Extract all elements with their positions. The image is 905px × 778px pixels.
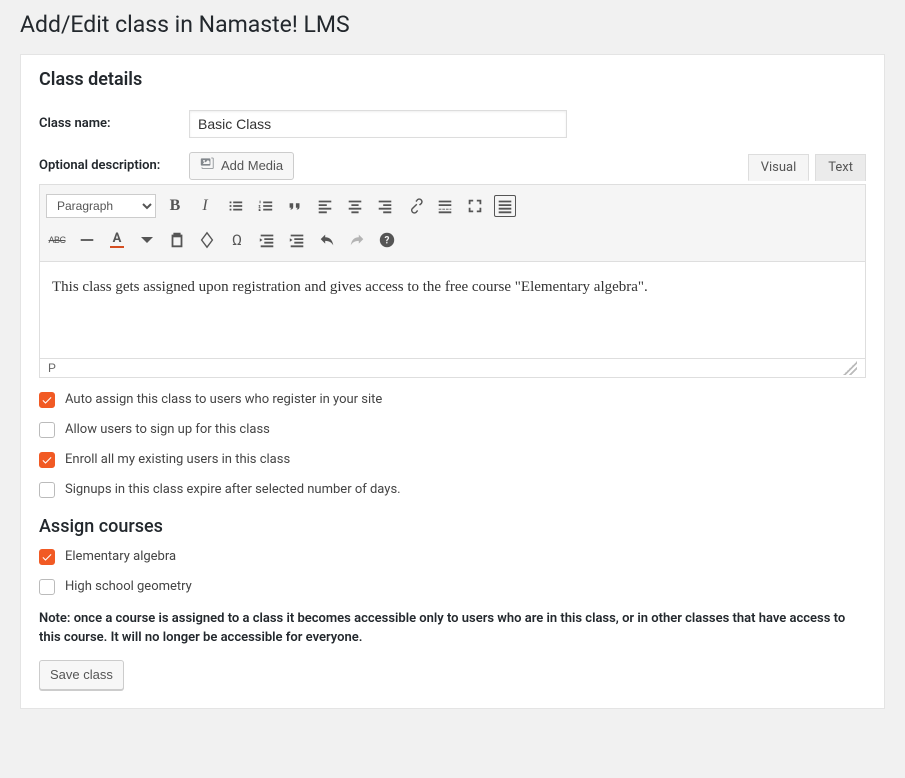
media-icon (200, 156, 216, 175)
outdent-button[interactable] (256, 229, 278, 251)
course-0-label: Elementary algebra (65, 549, 176, 564)
page-title: Add/Edit class in Namaste! LMS (20, 10, 885, 40)
option-1-checkbox[interactable] (39, 422, 55, 438)
option-0-checkbox[interactable] (39, 392, 55, 408)
assign-courses-heading: Assign courses (39, 516, 866, 537)
align-right-button[interactable] (374, 195, 396, 217)
option-0-label: Auto assign this class to users who regi… (65, 392, 382, 407)
text-color-button[interactable]: A (106, 229, 128, 251)
course-1-label: High school geometry (65, 579, 192, 594)
label-class-name: Class name: (39, 116, 189, 131)
option-2-checkbox[interactable] (39, 452, 55, 468)
tab-text[interactable]: Text (815, 154, 866, 181)
svg-text:?: ? (385, 235, 390, 246)
resize-handle[interactable] (843, 361, 857, 375)
horizontal-rule-button[interactable] (76, 229, 98, 251)
bullet-list-button[interactable] (224, 195, 246, 217)
numbered-list-button[interactable] (254, 195, 276, 217)
option-2-label: Enroll all my existing users in this cla… (65, 452, 290, 467)
insert-more-button[interactable] (434, 195, 456, 217)
tab-visual[interactable]: Visual (748, 154, 810, 181)
add-media-button[interactable]: Add Media (189, 152, 294, 180)
indent-button[interactable] (286, 229, 308, 251)
class-form-panel: Class details Class name: Optional descr… (20, 54, 885, 709)
align-left-button[interactable] (314, 195, 336, 217)
undo-button[interactable] (316, 229, 338, 251)
format-select[interactable]: Paragraph (46, 194, 156, 218)
course-0-checkbox[interactable] (39, 549, 55, 565)
strikethrough-button[interactable]: ABC (46, 229, 68, 251)
editor-toolbar: Paragraph B I ABC (40, 185, 865, 262)
label-description: Optional description: (39, 152, 189, 173)
section-heading-details: Class details (39, 69, 866, 90)
editor-content-area[interactable]: This class gets assigned upon registrati… (40, 262, 865, 358)
clear-formatting-button[interactable] (196, 229, 218, 251)
option-3-label: Signups in this class expire after selec… (65, 482, 401, 497)
option-1-label: Allow users to sign up for this class (65, 422, 270, 437)
redo-button[interactable] (346, 229, 368, 251)
add-media-label: Add Media (221, 158, 283, 173)
special-character-button[interactable]: Ω (226, 229, 248, 251)
save-class-button[interactable]: Save class (39, 660, 124, 690)
editor-status-path: P (48, 361, 56, 375)
paste-text-button[interactable] (166, 229, 188, 251)
class-name-input[interactable] (189, 110, 567, 138)
rich-text-editor: Paragraph B I ABC (39, 184, 866, 378)
link-button[interactable] (404, 195, 426, 217)
option-3-checkbox[interactable] (39, 482, 55, 498)
bold-button[interactable]: B (164, 195, 186, 217)
toolbar-toggle-button[interactable] (494, 195, 516, 217)
italic-button[interactable]: I (194, 195, 216, 217)
align-center-button[interactable] (344, 195, 366, 217)
fullscreen-button[interactable] (464, 195, 486, 217)
course-1-checkbox[interactable] (39, 579, 55, 595)
blockquote-button[interactable] (284, 195, 306, 217)
assignment-note: Note: once a course is assigned to a cla… (39, 609, 866, 648)
text-color-dropdown[interactable] (136, 229, 158, 251)
help-button[interactable]: ? (376, 229, 398, 251)
